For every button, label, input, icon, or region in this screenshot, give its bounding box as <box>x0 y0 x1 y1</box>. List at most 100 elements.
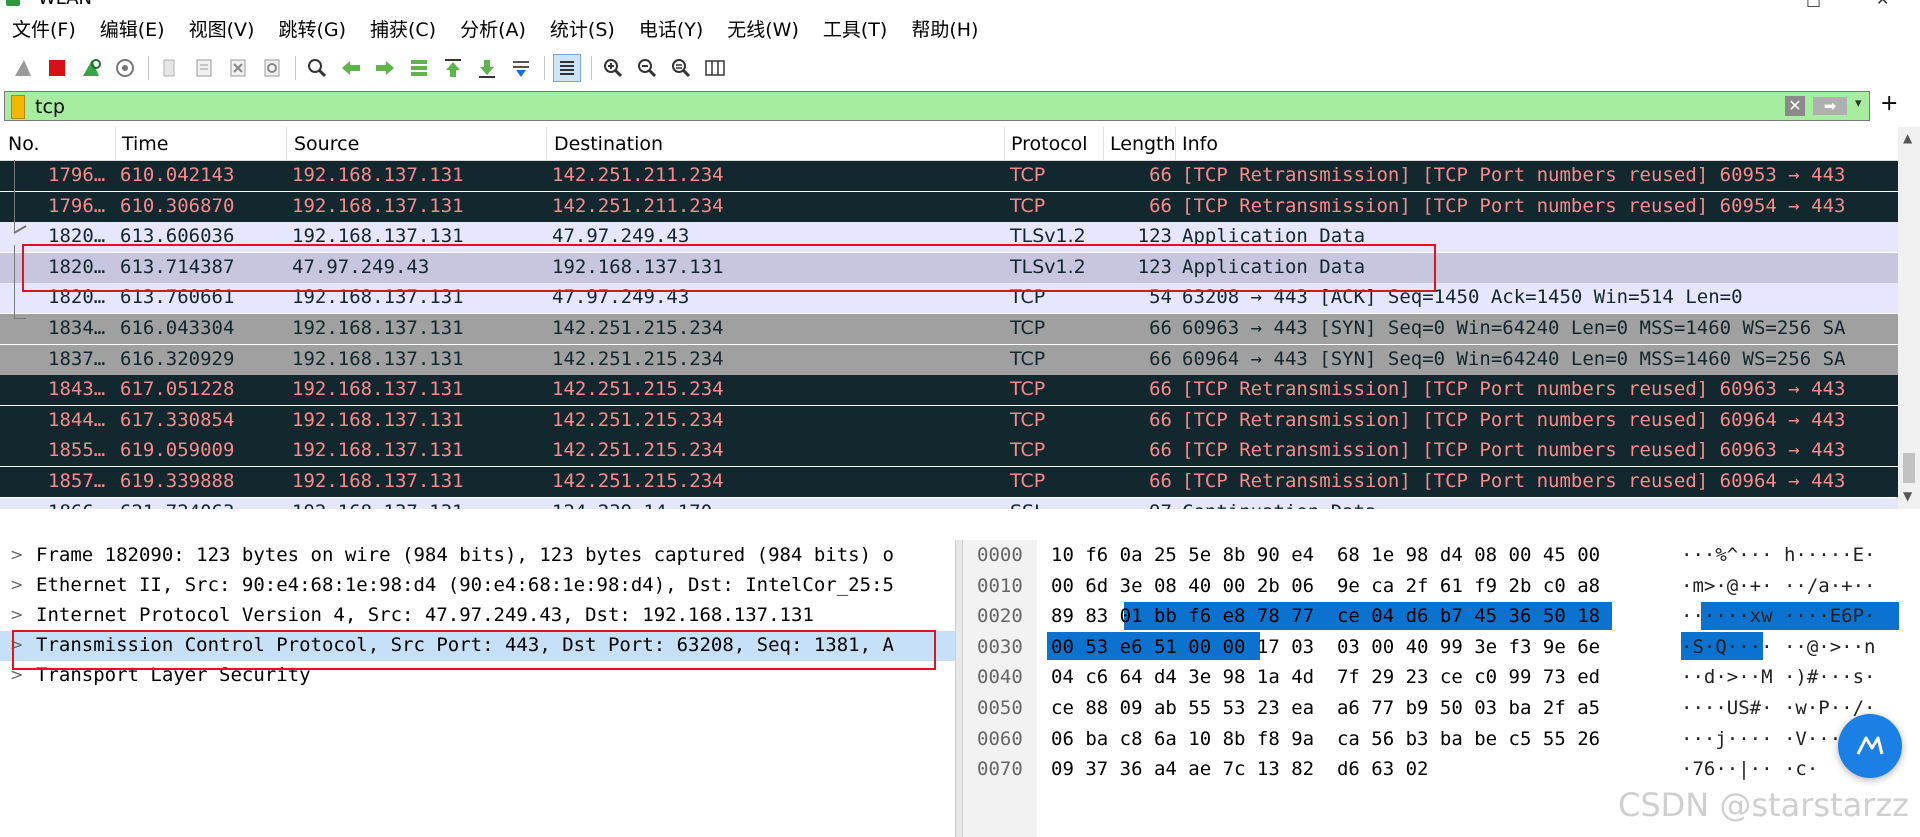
resize-columns-icon[interactable] <box>702 55 728 81</box>
menu-capture[interactable]: 捕获(C) <box>362 15 452 42</box>
column-time[interactable]: Time <box>122 133 169 155</box>
detail-row-ipv4[interactable]: > Internet Protocol Version 4, Src: 47.9… <box>0 601 955 631</box>
detail-text: Transmission Control Protocol, Src Port:… <box>36 634 894 656</box>
menu-go[interactable]: 跳转(G) <box>270 15 362 42</box>
packet-row[interactable]: 1820… 613.714387 47.97.249.43 192.168.137.1… <box>0 252 1898 283</box>
packet-row[interactable]: 1866… 621.724063 192.168.137.131 124.239.14… <box>0 497 1898 509</box>
menu-telephony[interactable]: 电话(Y) <box>631 15 719 42</box>
auto-scroll-icon[interactable] <box>508 55 534 81</box>
expand-arrow-icon[interactable]: > <box>10 635 23 654</box>
open-file-icon[interactable] <box>157 55 183 81</box>
menu-statistics[interactable]: 统计(S) <box>542 15 631 42</box>
close-file-icon[interactable] <box>225 55 251 81</box>
byte-row[interactable]: 0000 10 f6 0a 25 5e 8b 90 e4 68 1e 98 d4 … <box>963 541 1920 571</box>
byte-row[interactable]: 0010 00 6d 3e 08 40 00 2b 06 9e ca 2f 61 … <box>963 572 1920 602</box>
menu-view[interactable]: 视图(V) <box>181 15 271 42</box>
expand-arrow-icon[interactable]: > <box>10 575 23 594</box>
detail-row-ethernet[interactable]: > Ethernet II, Src: 90:e4:68:1e:98:d4 (9… <box>0 571 955 601</box>
packet-destination: 124.239.14.170 <box>552 501 712 509</box>
menu-help[interactable]: 帮助(H) <box>903 15 994 42</box>
packet-row[interactable]: 1796… 610.306870 192.168.137.131 142.251.21… <box>0 191 1898 222</box>
expand-arrow-icon[interactable]: > <box>10 545 23 564</box>
byte-ascii: ···%^··· h·····E· <box>1681 544 1876 566</box>
column-protocol[interactable]: Protocol <box>1011 133 1088 155</box>
packet-row[interactable]: 1820… 613.606036 192.168.137.131 47.97.249.… <box>0 222 1898 253</box>
column-length[interactable]: Length <box>1110 133 1176 155</box>
byte-row[interactable]: 0030 00 53 e6 51 00 00 17 03 03 00 40 99 … <box>963 633 1920 663</box>
column-divider[interactable] <box>546 127 547 160</box>
packet-list-vscrollbar[interactable]: ▲ ▼ <box>1898 127 1920 509</box>
column-divider[interactable] <box>1004 127 1005 160</box>
conversation-tree-line <box>14 245 15 318</box>
byte-row[interactable]: 0020 89 83 01 bb f6 e8 78 77 ce 04 d6 b7 … <box>963 602 1920 632</box>
scroll-up-icon[interactable]: ▲ <box>1903 131 1912 145</box>
zoom-in-icon[interactable] <box>600 55 626 81</box>
column-source[interactable]: Source <box>294 133 359 155</box>
window-title: WLAN <box>38 0 92 8</box>
byte-offset: 0060 <box>977 727 1023 750</box>
capture-options-icon[interactable] <box>112 55 138 81</box>
zoom-out-icon[interactable] <box>634 55 660 81</box>
filter-history-dropdown-icon[interactable]: ▾ <box>1855 96 1862 111</box>
column-divider[interactable] <box>1175 127 1176 160</box>
packet-row[interactable]: 1837… 616.320929 192.168.137.131 142.251.21… <box>0 344 1898 375</box>
clear-filter-icon[interactable]: ✕ <box>1785 96 1805 116</box>
menu-wireless[interactable]: 无线(W) <box>719 15 815 42</box>
detail-row-tcp[interactable]: > Transmission Control Protocol, Src Por… <box>0 631 955 661</box>
scrollbar-thumb[interactable] <box>1903 453 1915 483</box>
reload-file-icon[interactable] <box>259 55 285 81</box>
scroll-down-icon[interactable]: ▼ <box>1903 489 1912 503</box>
byte-row[interactable]: 0060 06 ba c8 6a 10 8b f8 9a ca 56 b3 ba … <box>963 725 1920 755</box>
packet-row[interactable]: 1855… 619.059009 192.168.137.131 142.251.21… <box>0 436 1898 467</box>
column-no[interactable]: No. <box>8 133 40 155</box>
packet-destination: 142.251.215.234 <box>552 439 724 462</box>
filter-bookmark-icon[interactable] <box>11 95 25 119</box>
add-filter-button[interactable]: + <box>1880 91 1898 116</box>
detail-row-tls[interactable]: > Transport Layer Security <box>0 661 955 691</box>
apply-filter-arrow-icon[interactable]: ➡ <box>1813 97 1847 115</box>
maximize-icon[interactable]: □ <box>1806 0 1821 8</box>
packet-row[interactable]: 1834… 616.043304 192.168.137.131 142.251.21… <box>0 314 1898 344</box>
zoom-normal-icon[interactable] <box>668 55 694 81</box>
column-info[interactable]: Info <box>1182 133 1218 155</box>
go-last-icon[interactable] <box>474 55 500 81</box>
byte-row[interactable]: 0070 09 37 36 a4 ae 7c 13 82 d6 63 02 ·76·… <box>963 755 1920 785</box>
packet-row[interactable]: 1820… 613.760661 192.168.137.131 47.97.249.… <box>0 283 1898 314</box>
packet-no: 1844… <box>48 408 106 431</box>
stop-capture-icon[interactable] <box>44 55 70 81</box>
packet-row[interactable]: 1843… 617.051228 192.168.137.131 142.251.21… <box>0 375 1898 406</box>
go-back-icon[interactable] <box>338 55 364 81</box>
go-first-icon[interactable] <box>440 55 466 81</box>
go-to-packet-icon[interactable] <box>406 55 432 81</box>
packet-row[interactable]: 1796… 610.042143 192.168.137.131 142.251.21… <box>0 161 1898 191</box>
menu-tools[interactable]: 工具(T) <box>815 15 903 42</box>
column-divider[interactable] <box>286 127 287 160</box>
column-divider[interactable] <box>1103 127 1104 160</box>
colorize-icon[interactable] <box>553 54 581 82</box>
display-filter-input[interactable] <box>33 94 1777 120</box>
restart-capture-icon[interactable] <box>78 55 104 81</box>
column-divider[interactable] <box>115 127 116 160</box>
byte-row[interactable]: 0050 ce 88 09 ab 55 53 23 ea a6 77 b9 50 … <box>963 694 1920 724</box>
floating-assistant-button[interactable] <box>1838 714 1902 778</box>
detail-row-frame[interactable]: > Frame 182090: 123 bytes on wire (984 b… <box>0 541 955 571</box>
packet-length: 66 <box>1149 194 1172 217</box>
find-packet-icon[interactable] <box>304 55 330 81</box>
shark-fin-start-icon[interactable] <box>10 55 36 81</box>
menu-file[interactable]: 文件(F) <box>4 15 92 42</box>
go-forward-icon[interactable] <box>372 55 398 81</box>
packet-list: No. Time Source Destination Protocol Len… <box>0 127 1898 509</box>
menu-analyze[interactable]: 分析(A) <box>452 15 542 42</box>
pane-splitter[interactable] <box>955 540 963 837</box>
byte-ascii: ·76··|·· ·c· <box>1681 758 1819 781</box>
packet-row[interactable]: 1844… 617.330854 192.168.137.131 142.251.21… <box>0 405 1898 436</box>
menu-edit[interactable]: 编辑(E) <box>92 15 181 42</box>
byte-row[interactable]: 0040 04 c6 64 d4 3e 98 1a 4d 7f 29 23 ce … <box>963 663 1920 693</box>
save-file-icon[interactable] <box>191 55 217 81</box>
close-icon[interactable]: ✕ <box>1876 0 1889 8</box>
expand-arrow-icon[interactable]: > <box>10 605 23 624</box>
packet-source: 192.168.137.131 <box>292 164 464 186</box>
packet-row[interactable]: 1857… 619.339888 192.168.137.131 142.251.21… <box>0 467 1898 497</box>
column-destination[interactable]: Destination <box>554 133 663 155</box>
expand-arrow-icon[interactable]: > <box>10 665 23 684</box>
